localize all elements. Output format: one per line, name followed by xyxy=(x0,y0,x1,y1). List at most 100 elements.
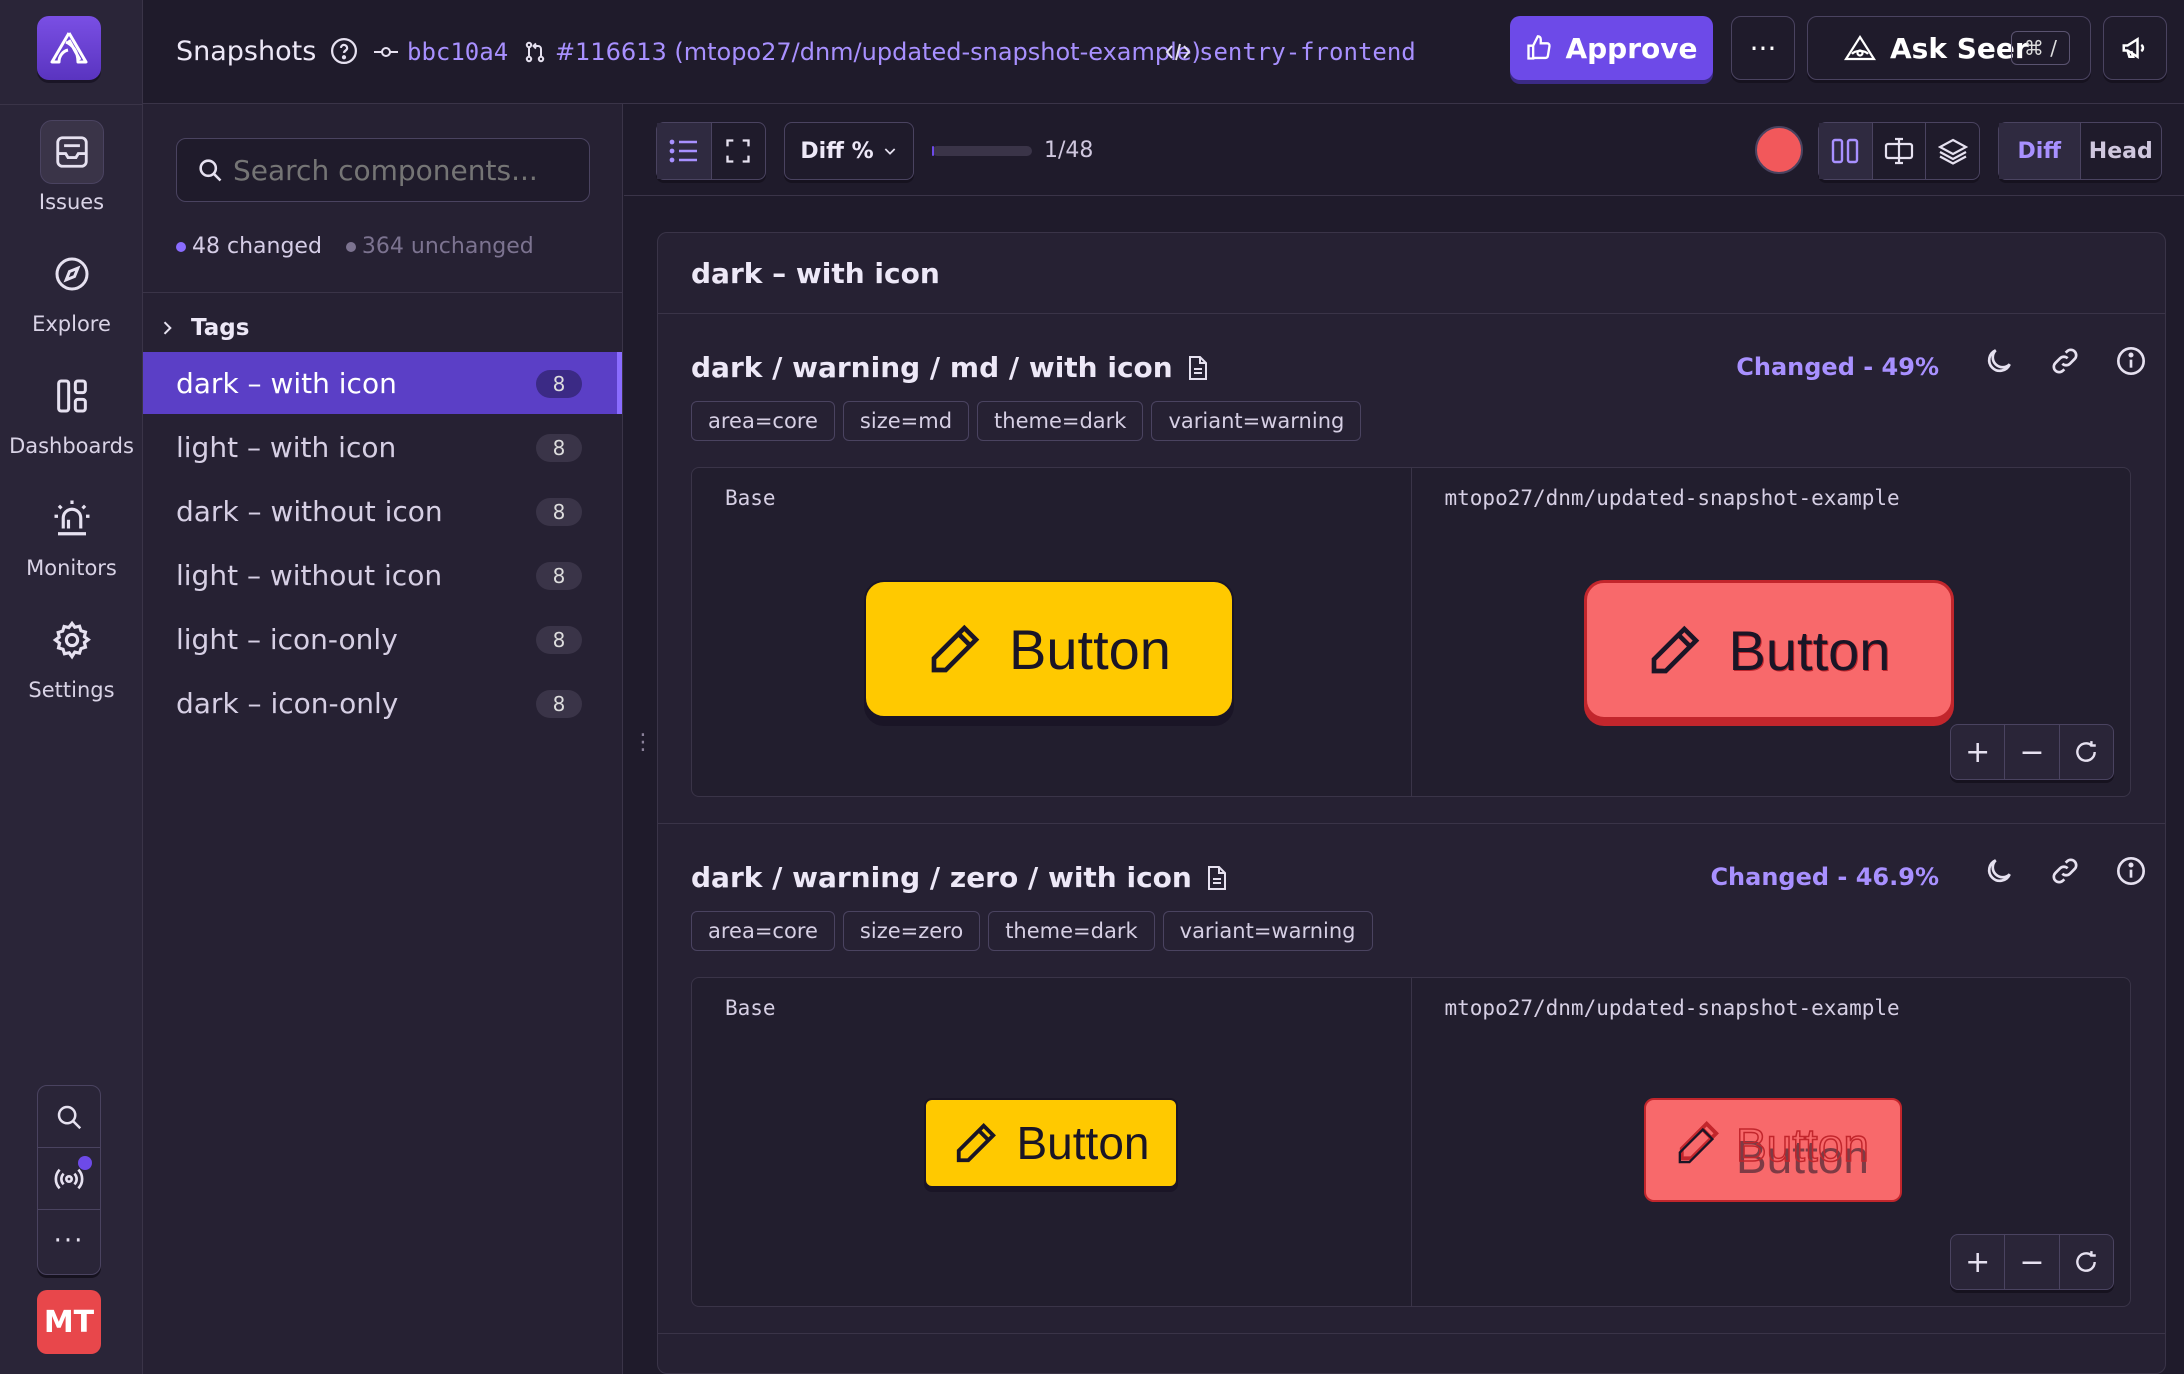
megaphone-icon xyxy=(2122,36,2145,60)
split-slider-button[interactable] xyxy=(1873,123,1927,179)
zoom-in-button[interactable]: + xyxy=(1951,1235,2006,1289)
group-item[interactable]: light – icon-only 8 xyxy=(143,608,622,670)
tag-chip[interactable]: area=core xyxy=(691,401,835,441)
group-label: dark – without icon xyxy=(176,494,443,528)
ask-seer-button[interactable]: Ask Seer ⌘ / xyxy=(1807,16,2091,80)
group-item[interactable]: light – with icon 8 xyxy=(143,416,622,478)
seer-eye-icon xyxy=(1844,34,1876,61)
rail-item-explore[interactable]: Explore xyxy=(0,242,143,336)
head-button-text: Button xyxy=(1728,618,1891,682)
list-view-button[interactable] xyxy=(657,123,712,179)
snapshot-title-text: dark / warning / zero / with icon xyxy=(691,861,1192,894)
link-icon[interactable] xyxy=(2049,855,2081,887)
resize-handle[interactable]: ⋮ xyxy=(632,730,654,755)
commit-link[interactable]: bbc10a4 xyxy=(373,38,508,66)
head-button-preview: Button xyxy=(1643,1098,1902,1202)
tag-chip[interactable]: variant=warning xyxy=(1162,911,1373,951)
base-button-text: Button xyxy=(1016,1117,1150,1169)
overlay-button[interactable] xyxy=(1926,123,1979,179)
group-label: light – with icon xyxy=(176,430,397,464)
zoom-out-button[interactable]: − xyxy=(2005,725,2060,779)
reset-zoom-button[interactable] xyxy=(2060,1235,2113,1289)
info-icon[interactable] xyxy=(2115,345,2147,377)
tag-chip[interactable]: size=zero xyxy=(842,911,981,951)
group-title: dark – with icon xyxy=(691,257,940,290)
tag-chip[interactable]: theme=dark xyxy=(988,911,1155,951)
search-components-input[interactable] xyxy=(176,138,590,202)
group-count-badge: 8 xyxy=(536,434,582,462)
progress-fill xyxy=(932,146,934,156)
global-search-button[interactable] xyxy=(38,1086,100,1148)
tag-chip[interactable]: area=core xyxy=(691,911,835,951)
repo-link[interactable]: sentry-frontend xyxy=(1165,38,1416,66)
head-button-text: Button xyxy=(1735,1118,1870,1172)
refresh-icon xyxy=(2076,741,2097,762)
unchanged-count[interactable]: 364 unchanged xyxy=(345,234,534,259)
pencil-icon xyxy=(931,624,980,673)
base-button-text: Button xyxy=(1009,617,1171,681)
view-toggle xyxy=(656,122,766,180)
siren-icon xyxy=(40,486,104,550)
group-count-badge: 8 xyxy=(536,562,582,590)
snapshot-tags: area=core size=zero theme=dark variant=w… xyxy=(691,911,1373,951)
list-icon xyxy=(669,139,697,163)
group-item[interactable]: dark – with icon 8 xyxy=(143,352,622,414)
reset-zoom-button[interactable] xyxy=(2060,725,2113,779)
head-button-preview: Button xyxy=(1583,580,1954,720)
group-item[interactable]: dark – icon-only 8 xyxy=(143,672,622,734)
snapshot-actions xyxy=(1983,345,2147,377)
side-by-side-button[interactable] xyxy=(1819,123,1873,179)
announcements-button[interactable] xyxy=(2103,16,2167,80)
viewer-toolbar: Diff % 1/48 Diff Head xyxy=(624,104,2184,196)
layers-icon xyxy=(1937,138,1968,165)
rail-item-issues[interactable]: Issues xyxy=(0,120,143,214)
tag-chip[interactable]: variant=warning xyxy=(1151,401,1362,441)
progress-bar xyxy=(932,146,1032,156)
info-icon[interactable] xyxy=(2115,855,2147,887)
rail-item-monitors[interactable]: Monitors xyxy=(0,486,143,580)
tag-chip[interactable]: theme=dark xyxy=(977,401,1144,441)
file-icon[interactable] xyxy=(1187,355,1209,381)
diff-tab[interactable]: Diff xyxy=(1999,123,2081,179)
rail-more-button[interactable]: ··· xyxy=(38,1210,100,1272)
rail-item-dashboards[interactable]: Dashboards xyxy=(0,364,143,458)
file-icon[interactable] xyxy=(1206,865,1228,891)
sort-select[interactable]: Diff % xyxy=(784,122,914,180)
approve-button[interactable]: Approve xyxy=(1510,16,1713,80)
zoom-out-button[interactable]: − xyxy=(2005,1235,2060,1289)
rail-item-label: Explore xyxy=(32,312,111,336)
help-icon[interactable] xyxy=(329,36,359,70)
changed-count[interactable]: 48 changed xyxy=(176,234,322,259)
tags-label: Tags xyxy=(191,315,250,341)
split-icon xyxy=(1884,137,1914,165)
moon-icon[interactable] xyxy=(1983,345,2015,377)
gear-icon xyxy=(40,608,104,672)
rail-item-label: Monitors xyxy=(26,556,117,580)
head-tab[interactable]: Head xyxy=(2081,123,2162,179)
broadcast-button[interactable] xyxy=(38,1148,100,1210)
more-actions-button[interactable]: ··· xyxy=(1731,16,1795,80)
zoom-in-button[interactable]: + xyxy=(1951,725,2006,779)
commit-icon xyxy=(374,47,398,57)
diff-color-swatch[interactable] xyxy=(1755,126,1803,174)
rail-item-settings[interactable]: Settings xyxy=(0,608,143,702)
columns-icon xyxy=(1832,138,1859,164)
group-item[interactable]: dark – without icon 8 xyxy=(143,480,622,542)
tags-toggle[interactable]: Tags xyxy=(157,304,249,352)
zoom-controls: + − xyxy=(1950,1234,2114,1290)
avatar[interactable]: MT xyxy=(37,1290,101,1354)
sentry-logo[interactable] xyxy=(37,16,101,80)
snapshot-title: dark / warning / zero / with icon xyxy=(691,861,1228,894)
pull-request-title: #116613 (mtopo27/dnm/updated-snapshot-ex… xyxy=(555,38,1201,66)
group-count-badge: 8 xyxy=(536,498,582,526)
tag-chip[interactable]: size=md xyxy=(842,401,970,441)
ellipsis-icon: ··· xyxy=(53,1226,85,1256)
link-icon[interactable] xyxy=(2049,345,2081,377)
pull-request-link[interactable]: #116613 (mtopo27/dnm/updated-snapshot-ex… xyxy=(523,38,1201,66)
group-item[interactable]: light – without icon 8 xyxy=(143,544,622,606)
search-icon xyxy=(57,1105,82,1129)
group-count-badge: 8 xyxy=(536,626,582,654)
moon-icon[interactable] xyxy=(1983,855,2015,887)
base-pane: Base Button xyxy=(692,468,1412,796)
fullscreen-button[interactable] xyxy=(712,123,766,179)
